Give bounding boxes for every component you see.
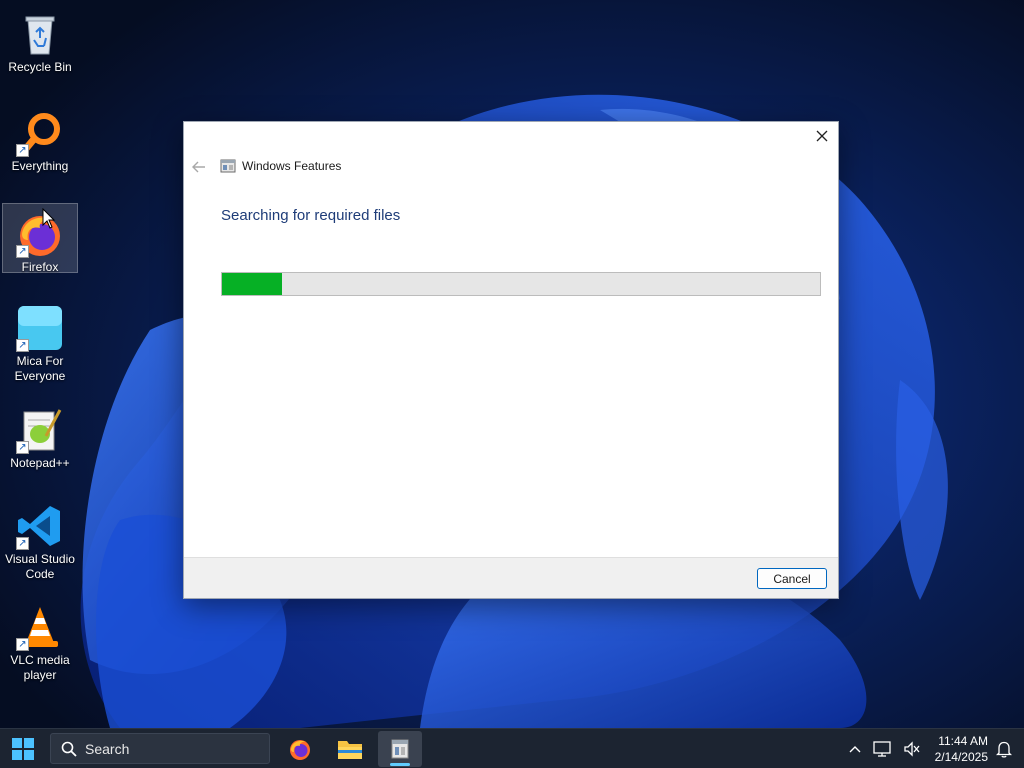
dialog-title-row: Windows Features (220, 158, 341, 174)
desktop-icon-mica[interactable]: ↗ Mica For Everyone (2, 298, 78, 384)
mouse-cursor-icon (42, 208, 56, 229)
chevron-up-icon (849, 746, 861, 753)
notepad-plus-plus-icon: ↗ (16, 406, 64, 454)
volume-button[interactable] (902, 739, 922, 759)
desktop-icon-vlc[interactable]: ↗ VLC media player (2, 597, 78, 683)
close-button[interactable] (806, 122, 838, 150)
back-arrow-icon (192, 161, 205, 173)
search-placeholder: Search (85, 740, 130, 757)
taskbar-clock[interactable]: 11:44 AM 2/14/2025 (926, 733, 988, 765)
windows-logo-icon (12, 738, 34, 760)
desktop-icon-vscode[interactable]: ↗ Visual Studio Code (2, 496, 78, 582)
desktop-icon-label: Mica For Everyone (14, 354, 66, 383)
network-status-button[interactable] (872, 739, 892, 759)
windows-features-icon (220, 159, 236, 173)
mica-icon: ↗ (16, 304, 64, 352)
dialog-footer: Cancel (184, 557, 838, 598)
volume-muted-icon (904, 741, 920, 757)
file-explorer-icon (338, 741, 362, 759)
windows-features-icon (391, 739, 409, 759)
back-button[interactable] (190, 158, 208, 176)
network-icon (873, 741, 891, 757)
vscode-icon: ↗ (16, 502, 64, 550)
shortcut-arrow-icon: ↗ (16, 144, 29, 157)
desktop-icon-everything[interactable]: ↗ Everything (2, 103, 78, 174)
recycle-bin-icon (16, 10, 64, 58)
desktop-icon-firefox[interactable]: ↗ Firefox (2, 203, 78, 274)
desktop-icon-label: Firefox (21, 260, 59, 274)
desktop-icon-label: Notepad++ (10, 456, 70, 470)
cancel-button[interactable]: Cancel (757, 568, 827, 589)
progress-bar-fill (222, 273, 282, 295)
desktop-icon-label: Recycle Bin (8, 60, 72, 74)
notifications-button[interactable] (994, 739, 1014, 759)
shortcut-arrow-icon: ↗ (16, 441, 29, 454)
shortcut-arrow-icon: ↗ (16, 339, 29, 352)
dialog-title: Windows Features (242, 159, 342, 173)
status-heading: Searching for required files (221, 207, 401, 224)
clock-time: 11:44 AM (938, 734, 988, 748)
desktop-icon-label: Everything (11, 159, 69, 173)
taskbar-app-windows-features[interactable] (378, 731, 422, 767)
progress-bar (221, 272, 821, 296)
desktop-icon-label: VLC media player (10, 653, 70, 682)
bell-icon (996, 741, 1012, 758)
everything-search-icon: ↗ (16, 109, 64, 157)
start-button[interactable] (4, 732, 42, 766)
show-hidden-icons-button[interactable] (845, 739, 865, 759)
windows-features-dialog: Windows Features Searching for required … (183, 121, 839, 599)
firefox-icon (290, 740, 310, 760)
taskbar-app-file-explorer[interactable] (328, 731, 372, 767)
taskbar-search-box[interactable]: Search (50, 733, 270, 764)
desktop-icon-recycle-bin[interactable]: Recycle Bin (2, 4, 78, 75)
shortcut-arrow-icon: ↗ (16, 537, 29, 550)
taskbar: Search 11:44 AM 2/14/2025 (0, 728, 1024, 768)
search-icon (61, 741, 77, 757)
taskbar-app-firefox[interactable] (278, 731, 322, 767)
shortcut-arrow-icon: ↗ (16, 245, 29, 258)
firefox-icon: ↗ (16, 210, 64, 258)
close-icon (816, 130, 828, 142)
vlc-icon: ↗ (16, 603, 64, 651)
shortcut-arrow-icon: ↗ (16, 638, 29, 651)
desktop-icon-label: Visual Studio Code (5, 552, 75, 581)
clock-date: 2/14/2025 (934, 750, 988, 764)
desktop-icon-notepad-plus-plus[interactable]: ↗ Notepad++ (2, 400, 78, 471)
